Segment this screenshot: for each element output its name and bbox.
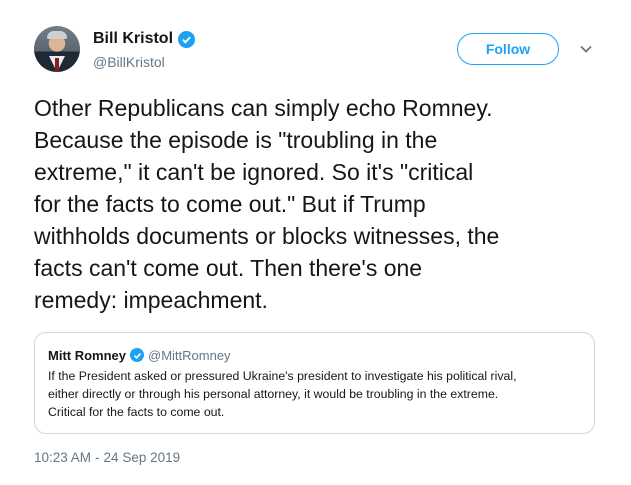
follow-button[interactable]: Follow	[457, 33, 559, 65]
author-handle[interactable]: @BillKristol	[93, 54, 165, 70]
tweet-line: extreme," it can't be ignored. So it's "…	[34, 159, 474, 185]
tweet-timestamp[interactable]: 10:23 AM -24 Sep 2019	[34, 450, 180, 465]
author-display-name[interactable]: Bill Kristol	[93, 30, 173, 48]
tweet-line: for the facts to come out." But if Trump	[34, 191, 426, 217]
avatar-hair	[47, 31, 67, 39]
quoted-tweet-text: If the President asked or pressured Ukra…	[48, 367, 581, 421]
tweet-text: Other Republicans can simply echo Romney…	[34, 92, 594, 316]
quoted-author-name: Mitt Romney	[48, 347, 126, 363]
verified-badge-icon	[178, 30, 196, 48]
quoted-author-handle: @MittRomney	[148, 347, 231, 363]
quoted-tweet[interactable]: Mitt Romney @MittRomney If the President…	[34, 332, 595, 434]
quoted-line: Critical for the facts to come out.	[48, 405, 225, 419]
tweet-date: 24 Sep 2019	[103, 450, 181, 465]
quoted-tweet-header: Mitt Romney @MittRomney	[48, 346, 581, 364]
tweet-line: Other Republicans can simply echo Romney…	[34, 95, 493, 121]
timestamp-separator: -	[95, 450, 100, 465]
tweet-card: Bill Kristol @BillKristol Follow Other R…	[0, 0, 631, 485]
tweet-line: Because the episode is "troubling in the	[34, 127, 438, 153]
tweet-time: 10:23 AM	[34, 450, 92, 465]
quoted-line: either directly or through his personal …	[48, 387, 499, 401]
tweet-line: facts can't come out. Then there's one	[34, 255, 423, 281]
tweet-line: withholds documents or blocks witnesses,…	[34, 223, 500, 249]
avatar-tie	[55, 58, 59, 72]
quoted-line: If the President asked or pressured Ukra…	[48, 369, 517, 383]
author-avatar[interactable]	[34, 26, 80, 72]
author-name-row: Bill Kristol	[93, 30, 196, 48]
verified-badge-icon	[130, 348, 144, 362]
chevron-down-icon[interactable]	[578, 41, 594, 57]
tweet-line: remedy: impeachment.	[34, 287, 268, 313]
